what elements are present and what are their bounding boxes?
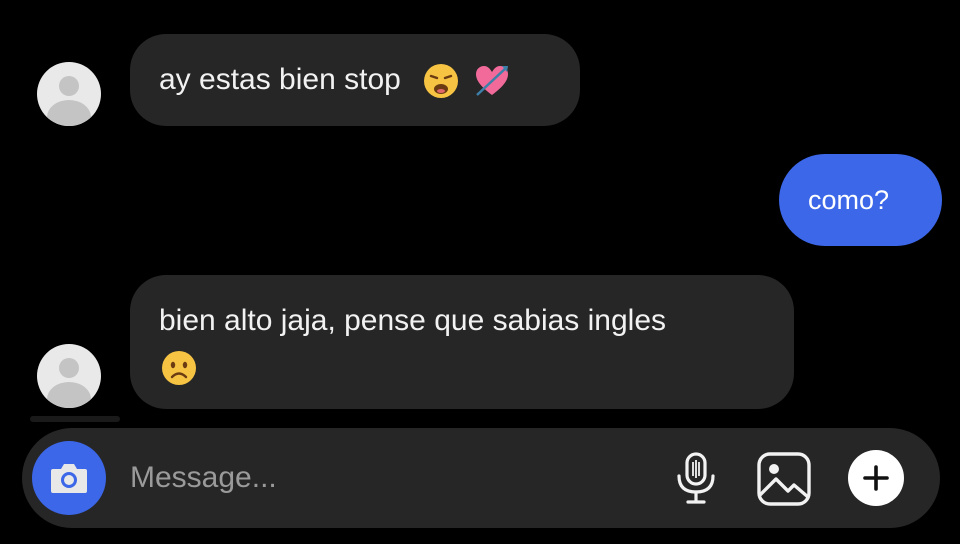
- message-bubble-incoming[interactable]: ay estas bien stop: [130, 34, 580, 126]
- message-input[interactable]: [130, 456, 650, 500]
- avatar-body-shape: [47, 100, 91, 126]
- message-composer: [22, 428, 940, 528]
- camera-icon: [51, 464, 87, 493]
- gallery-icon[interactable]: [756, 451, 812, 507]
- message-bubble-incoming[interactable]: bien alto jaja, pense que sabias ingles: [130, 275, 794, 409]
- typing-indicator-remnant: [30, 416, 120, 422]
- dm-thread: { "messages": [ { "direction": "incoming…: [0, 0, 960, 544]
- avatar-head-shape: [59, 358, 79, 378]
- avatar-body-shape: [47, 382, 91, 408]
- message-bubble-outgoing[interactable]: como?: [779, 154, 942, 246]
- weary-face-icon: [424, 64, 459, 99]
- frowning-face-icon: [162, 351, 196, 386]
- heart-with-arrow-icon: [475, 66, 508, 96]
- sender-avatar[interactable]: [37, 344, 101, 408]
- microphone-icon[interactable]: [674, 452, 718, 506]
- message-text: como?: [808, 185, 890, 215]
- message-text: bien alto jaja, pense que sabias ingles: [159, 304, 667, 337]
- avatar-head-shape: [59, 76, 79, 96]
- add-button[interactable]: [848, 450, 904, 506]
- message-text: ay estas bien stop: [159, 63, 401, 96]
- camera-button[interactable]: [32, 441, 106, 515]
- plus-icon: [863, 465, 889, 491]
- sender-avatar[interactable]: [37, 62, 101, 126]
